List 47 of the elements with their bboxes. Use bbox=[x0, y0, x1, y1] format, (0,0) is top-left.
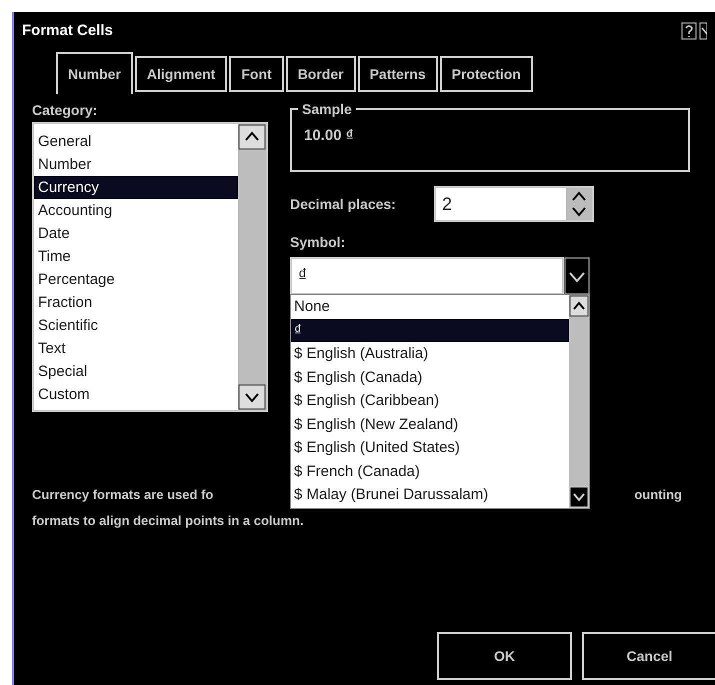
decimal-places-label: Decimal places: bbox=[290, 194, 397, 214]
symbol-label: Symbol: bbox=[290, 233, 346, 252]
symbol-option[interactable]: $ Malay (Brunei Darussalam) bbox=[291, 483, 569, 506]
category-item[interactable]: Date bbox=[34, 222, 238, 245]
tab[interactable]: Number bbox=[56, 52, 133, 94]
category-label: Category: bbox=[32, 101, 98, 120]
sample-value: 10.00 ₫ bbox=[304, 127, 354, 144]
category-item[interactable]: Accounting bbox=[34, 199, 238, 222]
tab[interactable]: Protection bbox=[440, 56, 533, 92]
scroll-up-icon[interactable] bbox=[569, 295, 589, 317]
decimal-places-spinner[interactable]: 2 bbox=[434, 186, 594, 222]
symbol-option[interactable]: $ English (New Zealand) bbox=[291, 412, 569, 436]
symbol-option[interactable]: $ English (Australia) bbox=[291, 342, 569, 366]
scroll-down-icon[interactable] bbox=[238, 384, 266, 410]
category-item[interactable]: Scientific bbox=[34, 314, 238, 337]
tab[interactable]: Border bbox=[286, 56, 356, 92]
tab[interactable]: Font bbox=[229, 56, 284, 92]
scrollbar[interactable] bbox=[238, 124, 266, 410]
description-text: formats to align decimal points in a column. bbox=[32, 512, 304, 530]
category-item[interactable]: General bbox=[34, 130, 238, 153]
spin-arrows-icon[interactable] bbox=[566, 188, 592, 220]
dialog-button[interactable]: OK bbox=[437, 632, 572, 680]
symbol-option[interactable]: $ English (United States) bbox=[291, 436, 569, 460]
category-item[interactable]: Text bbox=[34, 337, 238, 360]
category-item[interactable]: Percentage bbox=[34, 268, 238, 291]
category-item[interactable]: Time bbox=[34, 245, 238, 268]
symbol-options-list[interactable]: None ₫ $ English (Australia) $ English (Canada) $ English (Caribbean) $ English (New Zealand) $ English (United States) $ French (Canada) $ Malay (Brunei Darussalam) bbox=[290, 294, 590, 509]
scrollbar[interactable] bbox=[569, 295, 589, 508]
dialog-button[interactable]: Cancel bbox=[582, 632, 715, 680]
symbol-option[interactable]: ₫ bbox=[291, 318, 569, 342]
tab[interactable]: Patterns bbox=[358, 56, 438, 92]
description-text: Currency formats are used fo bbox=[32, 486, 214, 504]
symbol-option[interactable]: $ French (Canada) bbox=[291, 460, 569, 483]
category-item[interactable]: Currency bbox=[34, 176, 238, 199]
help-icon[interactable] bbox=[681, 22, 697, 40]
tab[interactable]: Alignment bbox=[134, 56, 228, 92]
category-item[interactable]: Special bbox=[34, 360, 238, 383]
symbol-option[interactable]: $ English (Caribbean) bbox=[291, 389, 569, 412]
symbol-option[interactable]: None bbox=[291, 295, 569, 318]
category-item[interactable]: Fraction bbox=[34, 291, 238, 314]
category-item[interactable]: Number bbox=[34, 153, 238, 176]
scroll-up-icon[interactable] bbox=[238, 124, 266, 150]
description-text: ounting bbox=[634, 486, 682, 504]
category-list[interactable]: General Number Currency Accounting Date Time Percentage Fraction Scientific Text Special Custom bbox=[32, 122, 268, 412]
category-item[interactable]: Custom bbox=[34, 383, 238, 406]
window-title: Format Cells bbox=[22, 20, 113, 41]
symbol-option[interactable]: $ English (Canada) bbox=[291, 366, 569, 389]
